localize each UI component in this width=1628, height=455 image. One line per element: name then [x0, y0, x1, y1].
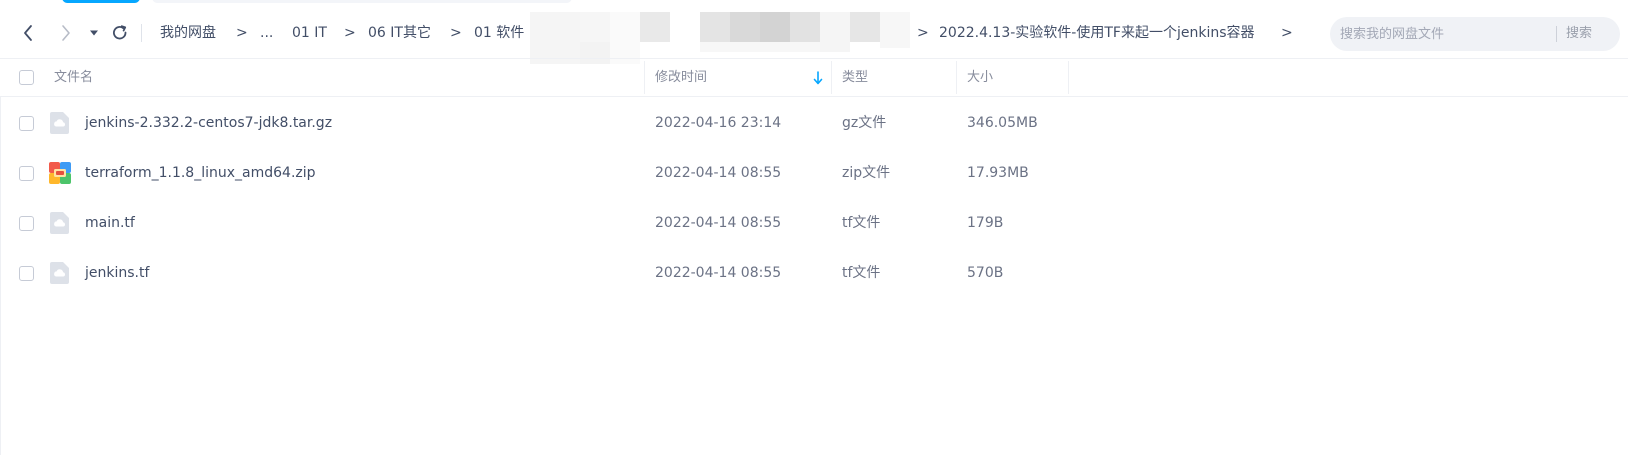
chevron-right-icon — [62, 25, 70, 41]
file-size: 17.93MB — [967, 165, 1029, 181]
file-type: gz文件 — [842, 115, 887, 131]
column-divider[interactable] — [831, 61, 832, 94]
file-name[interactable]: jenkins-2.332.2-centos7-jdk8.tar.gz — [85, 98, 332, 148]
column-divider[interactable] — [644, 61, 645, 94]
column-header-size[interactable]: 大小 — [967, 59, 993, 96]
file-size: 179B — [967, 215, 1004, 231]
breadcrumb-item-it-other[interactable]: 06 IT其它 — [368, 24, 431, 42]
forward-button[interactable] — [54, 20, 78, 46]
generic-file-icon — [50, 212, 69, 234]
top-tab-active[interactable] — [62, 0, 140, 3]
refresh-icon — [113, 25, 127, 40]
file-modified-time: 2022-04-14 08:55 — [655, 215, 782, 231]
breadcrumb-separator: > — [344, 25, 356, 41]
breadcrumb-item-root[interactable]: 我的网盘 — [160, 24, 216, 42]
privacy-blur — [530, 12, 910, 64]
search-divider — [1556, 26, 1557, 42]
table-row[interactable]: jenkins.tf 2022-04-14 08:55 tf文件 570B — [0, 248, 1628, 298]
zip-archive-icon — [49, 162, 71, 184]
select-all-checkbox[interactable] — [19, 70, 34, 85]
search-button[interactable]: 搜索 — [1566, 17, 1592, 51]
file-browser-window: 我的网盘 > ... 01 IT > 06 IT其它 > 01 软件 > 202… — [0, 0, 1628, 455]
file-modified-time: 2022-04-14 08:55 — [655, 165, 782, 181]
row-checkbox[interactable] — [19, 266, 34, 281]
breadcrumb-separator: > — [917, 25, 929, 41]
file-size: 570B — [967, 265, 1004, 281]
breadcrumb-item-software[interactable]: 01 软件 — [474, 24, 524, 42]
file-modified-time: 2022-04-14 08:55 — [655, 265, 782, 281]
file-size: 346.05MB — [967, 115, 1038, 131]
file-type: zip文件 — [842, 165, 891, 181]
column-divider[interactable] — [1068, 61, 1069, 94]
breadcrumb-item-collapsed[interactable]: ... — [260, 24, 273, 42]
back-button[interactable] — [16, 20, 40, 46]
caret-down-icon — [90, 30, 98, 36]
column-header-name[interactable]: 文件名 — [54, 59, 93, 96]
breadcrumb-item-it[interactable]: 01 IT — [292, 24, 327, 42]
file-type: tf文件 — [842, 265, 881, 281]
row-checkbox[interactable] — [19, 166, 34, 181]
chevron-left-icon — [24, 25, 32, 41]
breadcrumb-separator: > — [236, 25, 248, 41]
table-row[interactable]: jenkins-2.332.2-centos7-jdk8.tar.gz 2022… — [0, 98, 1628, 148]
file-name[interactable]: terraform_1.1.8_linux_amd64.zip — [85, 148, 316, 198]
generic-file-icon — [50, 112, 69, 134]
column-header-type[interactable]: 类型 — [842, 59, 868, 96]
arrow-down-icon[interactable] — [812, 71, 824, 85]
file-type: tf文件 — [842, 215, 881, 231]
generic-file-icon — [50, 262, 69, 284]
top-tab-bar — [152, 0, 572, 3]
history-dropdown-button[interactable] — [86, 20, 102, 46]
file-name[interactable]: main.tf — [85, 198, 135, 248]
column-divider[interactable] — [956, 61, 957, 94]
search-input[interactable] — [1340, 17, 1550, 51]
refresh-button[interactable] — [108, 20, 132, 46]
row-checkbox[interactable] — [19, 216, 34, 231]
search-box: 搜索 — [1330, 17, 1620, 51]
table-row[interactable]: main.tf 2022-04-14 08:55 tf文件 179B — [0, 198, 1628, 248]
table-header: 文件名 修改时间 类型 大小 — [0, 59, 1628, 97]
breadcrumb-separator: > — [450, 25, 462, 41]
breadcrumb-separator: > — [1281, 25, 1293, 41]
breadcrumb-item-current[interactable]: 2022.4.13-实验软件-使用TF来起一个jenkins容器 — [939, 24, 1255, 42]
row-checkbox[interactable] — [19, 116, 34, 131]
table-row[interactable]: terraform_1.1.8_linux_amd64.zip 2022-04-… — [0, 148, 1628, 198]
column-header-modified[interactable]: 修改时间 — [655, 59, 707, 96]
toolbar-divider — [141, 24, 142, 42]
file-name[interactable]: jenkins.tf — [85, 248, 149, 298]
file-modified-time: 2022-04-16 23:14 — [655, 115, 782, 131]
